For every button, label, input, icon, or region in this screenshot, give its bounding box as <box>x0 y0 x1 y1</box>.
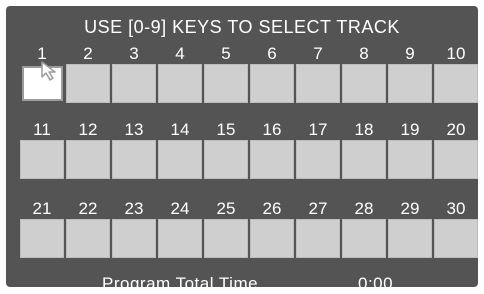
track-number: 30 <box>446 199 466 218</box>
track-number: 7 <box>313 44 323 63</box>
track-box[interactable] <box>434 64 478 103</box>
track-slot-24[interactable]: 24 <box>158 199 202 263</box>
track-box[interactable] <box>296 140 340 179</box>
track-number: 2 <box>83 44 93 63</box>
track-number: 28 <box>354 199 374 218</box>
track-number: 21 <box>32 199 52 218</box>
track-box[interactable] <box>20 219 64 258</box>
track-slot-4[interactable]: 4 <box>158 44 202 108</box>
track-slot-12[interactable]: 12 <box>66 120 110 184</box>
track-number: 29 <box>400 199 420 218</box>
track-box[interactable] <box>158 64 202 103</box>
track-box[interactable] <box>112 140 156 179</box>
track-box[interactable] <box>250 64 294 103</box>
track-box[interactable] <box>296 64 340 103</box>
track-box[interactable] <box>342 64 386 103</box>
program-total-time-bar: Program Total Time 0:00 <box>6 274 478 294</box>
track-grid: 1 2 3 4 5 6 7 8 9 10 11 12 13 14 15 16 1… <box>20 44 478 275</box>
program-total-time-value: 0:00 <box>358 274 394 293</box>
track-slot-27[interactable]: 27 <box>296 199 340 263</box>
program-track-selector: USE [0-9] KEYS TO SELECT TRACK 1 2 3 4 5… <box>6 6 478 293</box>
track-box[interactable] <box>388 140 432 179</box>
track-number: 6 <box>267 44 277 63</box>
track-slot-26[interactable]: 26 <box>250 199 294 263</box>
track-slot-15[interactable]: 15 <box>204 120 248 184</box>
program-total-time-label: Program Total Time <box>102 274 259 293</box>
track-number: 23 <box>124 199 144 218</box>
track-row-1: 1 2 3 4 5 6 7 8 9 10 <box>20 44 478 120</box>
track-number: 12 <box>78 120 98 139</box>
track-slot-5[interactable]: 5 <box>204 44 248 108</box>
track-slot-14[interactable]: 14 <box>158 120 202 184</box>
track-slot-8[interactable]: 8 <box>342 44 386 108</box>
track-box[interactable] <box>204 64 248 103</box>
track-row-2: 11 12 13 14 15 16 17 18 19 20 <box>20 120 478 199</box>
track-box[interactable] <box>204 140 248 179</box>
track-number: 8 <box>359 44 369 63</box>
track-box[interactable] <box>388 219 432 258</box>
track-slot-7[interactable]: 7 <box>296 44 340 108</box>
track-box[interactable] <box>204 219 248 258</box>
track-slot-25[interactable]: 25 <box>204 199 248 263</box>
track-number: 5 <box>221 44 231 63</box>
track-box[interactable] <box>434 140 478 179</box>
track-box[interactable] <box>296 219 340 258</box>
track-box[interactable] <box>158 140 202 179</box>
track-box[interactable] <box>66 64 110 103</box>
track-slot-3[interactable]: 3 <box>112 44 156 108</box>
track-number: 9 <box>405 44 415 63</box>
instruction-heading: USE [0-9] KEYS TO SELECT TRACK <box>84 17 400 37</box>
track-box[interactable] <box>342 140 386 179</box>
track-slot-29[interactable]: 29 <box>388 199 432 263</box>
track-number: 22 <box>78 199 98 218</box>
track-number: 18 <box>354 120 374 139</box>
track-slot-11[interactable]: 11 <box>20 120 64 184</box>
track-number: 15 <box>216 120 236 139</box>
track-box[interactable] <box>112 64 156 103</box>
track-number: 16 <box>262 120 282 139</box>
track-slot-2[interactable]: 2 <box>66 44 110 108</box>
track-box[interactable] <box>342 219 386 258</box>
track-box[interactable] <box>20 140 64 179</box>
track-slot-18[interactable]: 18 <box>342 120 386 184</box>
track-number: 24 <box>170 199 190 218</box>
track-number: 25 <box>216 199 236 218</box>
track-slot-9[interactable]: 9 <box>388 44 432 108</box>
track-box[interactable] <box>434 219 478 258</box>
track-row-3: 21 22 23 24 25 26 27 28 29 30 <box>20 199 478 275</box>
track-number: 19 <box>400 120 420 139</box>
track-number: 17 <box>308 120 328 139</box>
track-slot-30[interactable]: 30 <box>434 199 478 263</box>
track-box[interactable] <box>66 219 110 258</box>
track-number: 11 <box>33 120 51 139</box>
track-number: 4 <box>175 44 185 63</box>
track-slot-10[interactable]: 10 <box>434 44 478 108</box>
track-number: 3 <box>129 44 139 63</box>
track-slot-22[interactable]: 22 <box>66 199 110 263</box>
track-slot-17[interactable]: 17 <box>296 120 340 184</box>
track-number: 26 <box>262 199 282 218</box>
track-box[interactable] <box>250 140 294 179</box>
track-box[interactable] <box>158 219 202 258</box>
track-slot-21[interactable]: 21 <box>20 199 64 263</box>
track-number: 20 <box>446 120 466 139</box>
track-slot-13[interactable]: 13 <box>112 120 156 184</box>
track-slot-20[interactable]: 20 <box>434 120 478 184</box>
track-number: 27 <box>308 199 328 218</box>
mouse-pointer-icon <box>41 61 56 81</box>
track-number: 10 <box>446 44 466 63</box>
track-box[interactable] <box>250 219 294 258</box>
track-box[interactable] <box>112 219 156 258</box>
track-slot-16[interactable]: 16 <box>250 120 294 184</box>
track-box[interactable] <box>388 64 432 103</box>
track-box[interactable] <box>66 140 110 179</box>
track-number: 14 <box>170 120 190 139</box>
track-slot-19[interactable]: 19 <box>388 120 432 184</box>
track-slot-28[interactable]: 28 <box>342 199 386 263</box>
track-slot-6[interactable]: 6 <box>250 44 294 108</box>
track-number: 13 <box>124 120 144 139</box>
track-slot-23[interactable]: 23 <box>112 199 156 263</box>
